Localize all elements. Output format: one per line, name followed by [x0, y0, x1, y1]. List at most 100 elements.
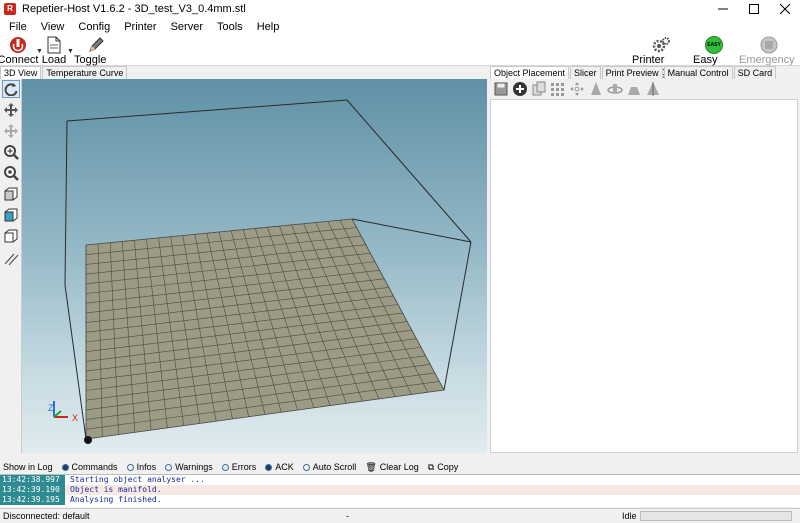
- origin-marker: [84, 436, 92, 444]
- log-panel[interactable]: 13:42:38.997 Starting object analyser ...…: [0, 474, 800, 507]
- printer-state: Idle: [622, 511, 637, 521]
- trash-icon: 🗑: [365, 461, 377, 472]
- log-row: 13:42:39.195 Analysing finished.: [0, 495, 800, 505]
- radio-icon: [265, 463, 273, 471]
- minimize-icon: [718, 8, 728, 10]
- view-side-button[interactable]: [2, 227, 20, 245]
- errors-toggle[interactable]: Errors: [221, 462, 256, 472]
- printer-bed: [85, 218, 445, 440]
- menu-config[interactable]: Config: [71, 21, 117, 33]
- zoom-in-button[interactable]: [2, 143, 20, 161]
- parallel-lines-icon: [4, 253, 19, 266]
- menu-tools[interactable]: Tools: [210, 21, 250, 33]
- tab-object-placement[interactable]: Object Placement: [490, 66, 570, 79]
- move-view-button[interactable]: [2, 101, 20, 119]
- view-tabs: 3D View Temperature Curve: [0, 66, 488, 79]
- load-dropdown-icon[interactable]: ▼: [67, 48, 74, 55]
- copy-icon: [532, 81, 546, 96]
- close-icon: [780, 4, 790, 14]
- move-object-button[interactable]: [2, 122, 20, 140]
- clear-log-button[interactable]: 🗑 Clear Log: [365, 462, 418, 473]
- tab-temperature-curve[interactable]: Temperature Curve: [42, 66, 128, 79]
- view-front-button[interactable]: [2, 185, 20, 203]
- log-time: 13:42:39.190: [0, 485, 65, 495]
- load-button[interactable]: Load: [42, 36, 66, 66]
- save-object-button[interactable]: [492, 80, 510, 98]
- mirror-object-button[interactable]: [644, 80, 662, 98]
- rotate-object-button[interactable]: [606, 80, 624, 98]
- connect-label: Connect: [0, 54, 39, 66]
- emergency-stop-button[interactable]: Emergency Stop: [739, 36, 799, 78]
- main-toolbar: Connect ▼ Load ▼ Toggle Log Printer Sett…: [0, 36, 800, 78]
- zoom-in-icon: [4, 145, 19, 160]
- auto-scroll-toggle[interactable]: Auto Scroll: [302, 462, 356, 472]
- view-top-button[interactable]: [2, 206, 20, 224]
- scale-object-button[interactable]: [625, 80, 643, 98]
- parallel-view-button[interactable]: [2, 250, 20, 268]
- document-icon: [47, 36, 61, 54]
- menu-server[interactable]: Server: [164, 21, 210, 33]
- radio-icon: [302, 463, 310, 471]
- menu-printer[interactable]: Printer: [117, 21, 163, 33]
- rotate-view-button[interactable]: [2, 80, 20, 98]
- pencil-icon: [89, 37, 104, 52]
- cube-front-icon: [4, 187, 18, 201]
- add-object-button[interactable]: [511, 80, 529, 98]
- radio-icon: [165, 463, 173, 471]
- zoom-icon: [4, 166, 19, 181]
- tab-3d-view[interactable]: 3D View: [0, 66, 42, 79]
- title-bar: R Repetier-Host V1.6.2 - 3D_test_V3_0.4m…: [0, 0, 800, 18]
- status-bar: Disconnected: default - Idle: [0, 508, 800, 523]
- tab-sd-card[interactable]: SD Card: [733, 66, 777, 79]
- control-tabs: Object Placement Slicer Print Preview Ma…: [490, 66, 800, 79]
- connect-button[interactable]: Connect: [0, 36, 39, 66]
- copy-object-button[interactable]: [530, 80, 548, 98]
- drop-object-button[interactable]: [587, 80, 605, 98]
- connection-status: Disconnected: default: [3, 511, 90, 521]
- center-arrows-icon: [570, 82, 584, 96]
- warnings-toggle[interactable]: Warnings: [165, 462, 213, 472]
- maximize-icon: [749, 4, 759, 14]
- load-label: Load: [41, 54, 67, 66]
- grid-icon: [551, 83, 564, 96]
- gear-icon: [652, 37, 670, 53]
- close-button[interactable]: [770, 0, 800, 18]
- menu-view[interactable]: View: [34, 21, 72, 33]
- maximize-button[interactable]: [739, 0, 769, 18]
- move-object-icon: [4, 124, 18, 138]
- infos-toggle[interactable]: Infos: [126, 462, 156, 472]
- zoom-fit-button[interactable]: [2, 164, 20, 182]
- window-title: Repetier-Host V1.6.2 - 3D_test_V3_0.4mm.…: [22, 3, 246, 15]
- move-arrows-icon: [4, 103, 18, 117]
- object-list-panel[interactable]: [490, 99, 798, 453]
- view-tool-strip: [0, 79, 22, 453]
- log-row: 13:42:38.997 Starting object analyser ...: [0, 475, 800, 485]
- app-logo-icon: R: [4, 3, 16, 15]
- autoposition-button[interactable]: [549, 80, 567, 98]
- copy-icon: ⧉: [427, 461, 435, 472]
- minimize-button[interactable]: [708, 0, 738, 18]
- menu-file[interactable]: File: [2, 21, 34, 33]
- cube-top-icon: [4, 208, 18, 222]
- show-in-log-label: Show in Log: [3, 462, 53, 472]
- printer-settings-button[interactable]: Printer Settings: [632, 36, 690, 78]
- toggle-log-button[interactable]: Toggle Log: [74, 36, 118, 78]
- log-message: Starting object analyser ...: [70, 475, 205, 484]
- commands-toggle[interactable]: Commands: [61, 462, 118, 472]
- log-time: 13:42:39.195: [0, 495, 65, 505]
- emergency-stop-icon: [760, 36, 778, 54]
- log-time: 13:42:38.997: [0, 475, 65, 485]
- menu-help[interactable]: Help: [250, 21, 287, 33]
- rotate-object-icon: [607, 84, 623, 94]
- tab-print-preview[interactable]: Print Preview: [601, 66, 663, 79]
- tab-slicer[interactable]: Slicer: [570, 66, 601, 79]
- radio-icon: [61, 463, 69, 471]
- menu-bar: File View Config Printer Server Tools He…: [0, 18, 800, 36]
- copy-log-button[interactable]: ⧉ Copy: [428, 462, 458, 473]
- tab-manual-control[interactable]: Manual Control: [663, 66, 733, 79]
- center-object-button[interactable]: [568, 80, 586, 98]
- power-plug-icon: [10, 37, 26, 53]
- ack-toggle[interactable]: ACK: [265, 462, 294, 472]
- 3d-viewport[interactable]: Z X: [22, 79, 487, 453]
- easy-mode-button[interactable]: EASY Easy Mode: [693, 36, 735, 78]
